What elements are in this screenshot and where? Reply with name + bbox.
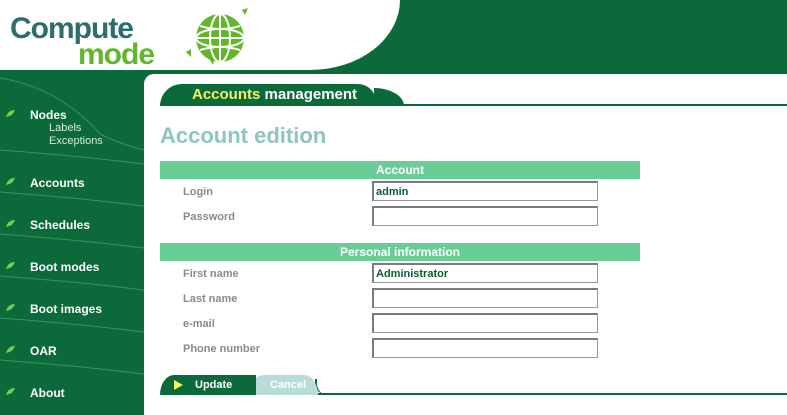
leaf-icon (6, 220, 15, 227)
title-tab-decoration (374, 88, 404, 106)
sidebar-subitem-exceptions[interactable]: Exceptions (49, 135, 103, 147)
leaf-icon (6, 388, 15, 395)
sidebar-item-label: OAR (30, 344, 57, 358)
email-field[interactable] (372, 313, 598, 333)
sidebar-item-boot-modes[interactable]: Boot modes (0, 246, 144, 288)
cancel-button-label: Cancel (270, 379, 307, 391)
update-button[interactable]: Update (160, 375, 256, 395)
leaf-icon (6, 346, 15, 353)
phone-number-field[interactable] (372, 338, 598, 358)
sidebar-subitem-labels[interactable]: Labels (49, 122, 81, 134)
login-field[interactable] (372, 181, 598, 201)
play-arrow-icon (174, 380, 183, 390)
login-label: Login (183, 186, 213, 198)
sidebar-item-accounts[interactable]: Accounts (0, 162, 144, 204)
sidebar-item-oar[interactable]: OAR (0, 330, 144, 372)
first-name-label: First name (183, 268, 239, 280)
sidebar-item-label: Nodes (30, 108, 67, 122)
main-panel: Accounts management Account edition Acco… (144, 74, 787, 415)
leaf-icon (6, 304, 15, 311)
update-button-label: Update (195, 379, 233, 391)
sidebar-item-schedules[interactable]: Schedules (0, 204, 144, 246)
leaf-icon (6, 110, 15, 117)
logo-word-mode: mode (78, 38, 155, 71)
section-title-tab: Accounts management (160, 84, 376, 106)
section-header-account: Account (160, 161, 640, 179)
sidebar-item-label: About (30, 386, 65, 400)
first-name-field[interactable] (372, 263, 598, 283)
sidebar-item-about[interactable]: About (0, 372, 144, 414)
title-rest-text: management (264, 86, 358, 103)
leaf-icon (6, 262, 15, 269)
sidebar-item-label: Schedules (30, 218, 91, 232)
action-bar-divider (310, 393, 787, 395)
action-bar: Cancel Update (160, 375, 787, 395)
sidebar-item-label: Boot modes (30, 260, 100, 274)
logo[interactable]: Compute mode (10, 10, 180, 71)
sidebar-item-label: Boot images (30, 302, 103, 316)
globe-icon (186, 8, 248, 65)
title-accent-text: Accounts (192, 86, 261, 103)
section-header-personal-info: Personal information (160, 243, 640, 261)
last-name-label: Last name (183, 293, 238, 305)
leaf-icon (6, 178, 15, 185)
sidebar-item-boot-images[interactable]: Boot images (0, 288, 144, 330)
page-title: Account edition (160, 123, 327, 148)
sidebar-item-label: Accounts (30, 176, 85, 190)
sidebar-nav: Nodes Labels Exceptions Accounts Schedul… (0, 74, 144, 415)
password-label: Password (183, 211, 235, 223)
phone-number-label: Phone number (183, 343, 261, 355)
header-bar: Compute mode (0, 0, 787, 74)
last-name-field[interactable] (372, 288, 598, 308)
email-label: e-mail (183, 318, 215, 330)
password-field[interactable] (372, 206, 598, 226)
cancel-button[interactable]: Cancel (248, 375, 318, 395)
